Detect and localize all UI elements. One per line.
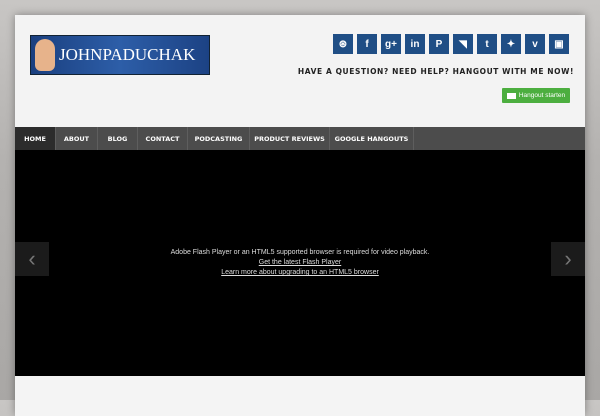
hangout-label: Hangout starten: [518, 92, 566, 99]
page: JOHNPADUCHAK ⊛ f g+ in P ◥ t ✦ v ▣ HAVE …: [15, 15, 585, 416]
flash-player-link[interactable]: Get the latest Flash Player: [15, 258, 585, 268]
tumblr-icon[interactable]: t: [477, 34, 497, 54]
nav-home[interactable]: HOME: [15, 127, 56, 150]
google-plus-icon[interactable]: g+: [381, 34, 401, 54]
linkedin-icon[interactable]: in: [405, 34, 425, 54]
html5-link[interactable]: Learn more about upgrading to an HTML5 b…: [15, 268, 585, 278]
pinterest-icon[interactable]: P: [429, 34, 449, 54]
flash-message: Adobe Flash Player or an HTML5 supported…: [15, 248, 585, 278]
nav-product-reviews[interactable]: PRODUCT REVIEWS: [250, 127, 330, 150]
video-player[interactable]: ‹ › Adobe Flash Player or an HTML5 suppo…: [15, 150, 585, 376]
facebook-icon[interactable]: f: [357, 34, 377, 54]
nav-contact[interactable]: CONTACT: [138, 127, 188, 150]
youtube-icon[interactable]: ▣: [549, 34, 569, 54]
rss-icon[interactable]: ◥: [453, 34, 473, 54]
nav-blog[interactable]: BLOG: [98, 127, 138, 150]
dribbble-icon[interactable]: ⊛: [333, 34, 353, 54]
nav-podcasting[interactable]: PODCASTING: [188, 127, 250, 150]
flash-text: Adobe Flash Player or an HTML5 supported…: [170, 249, 430, 256]
tagline: HAVE A QUESTION? NEED HELP? HANGOUT WITH…: [297, 67, 574, 76]
main-nav: HOME ABOUT BLOG CONTACT PODCASTING PRODU…: [15, 127, 585, 150]
nav-google-hangouts[interactable]: GOOGLE HANGOUTS: [330, 127, 414, 150]
content-area: [15, 376, 585, 416]
vimeo-icon[interactable]: v: [525, 34, 545, 54]
site-logo[interactable]: JOHNPADUCHAK: [30, 35, 210, 75]
logo-text: JOHNPADUCHAK: [59, 45, 196, 64]
twitter-icon[interactable]: ✦: [501, 34, 521, 54]
hangout-button[interactable]: Hangout starten: [502, 88, 570, 103]
social-icons: ⊛ f g+ in P ◥ t ✦ v ▣: [333, 34, 569, 54]
video-camera-icon: [506, 92, 516, 99]
nav-about[interactable]: ABOUT: [56, 127, 98, 150]
avatar: [35, 39, 55, 71]
